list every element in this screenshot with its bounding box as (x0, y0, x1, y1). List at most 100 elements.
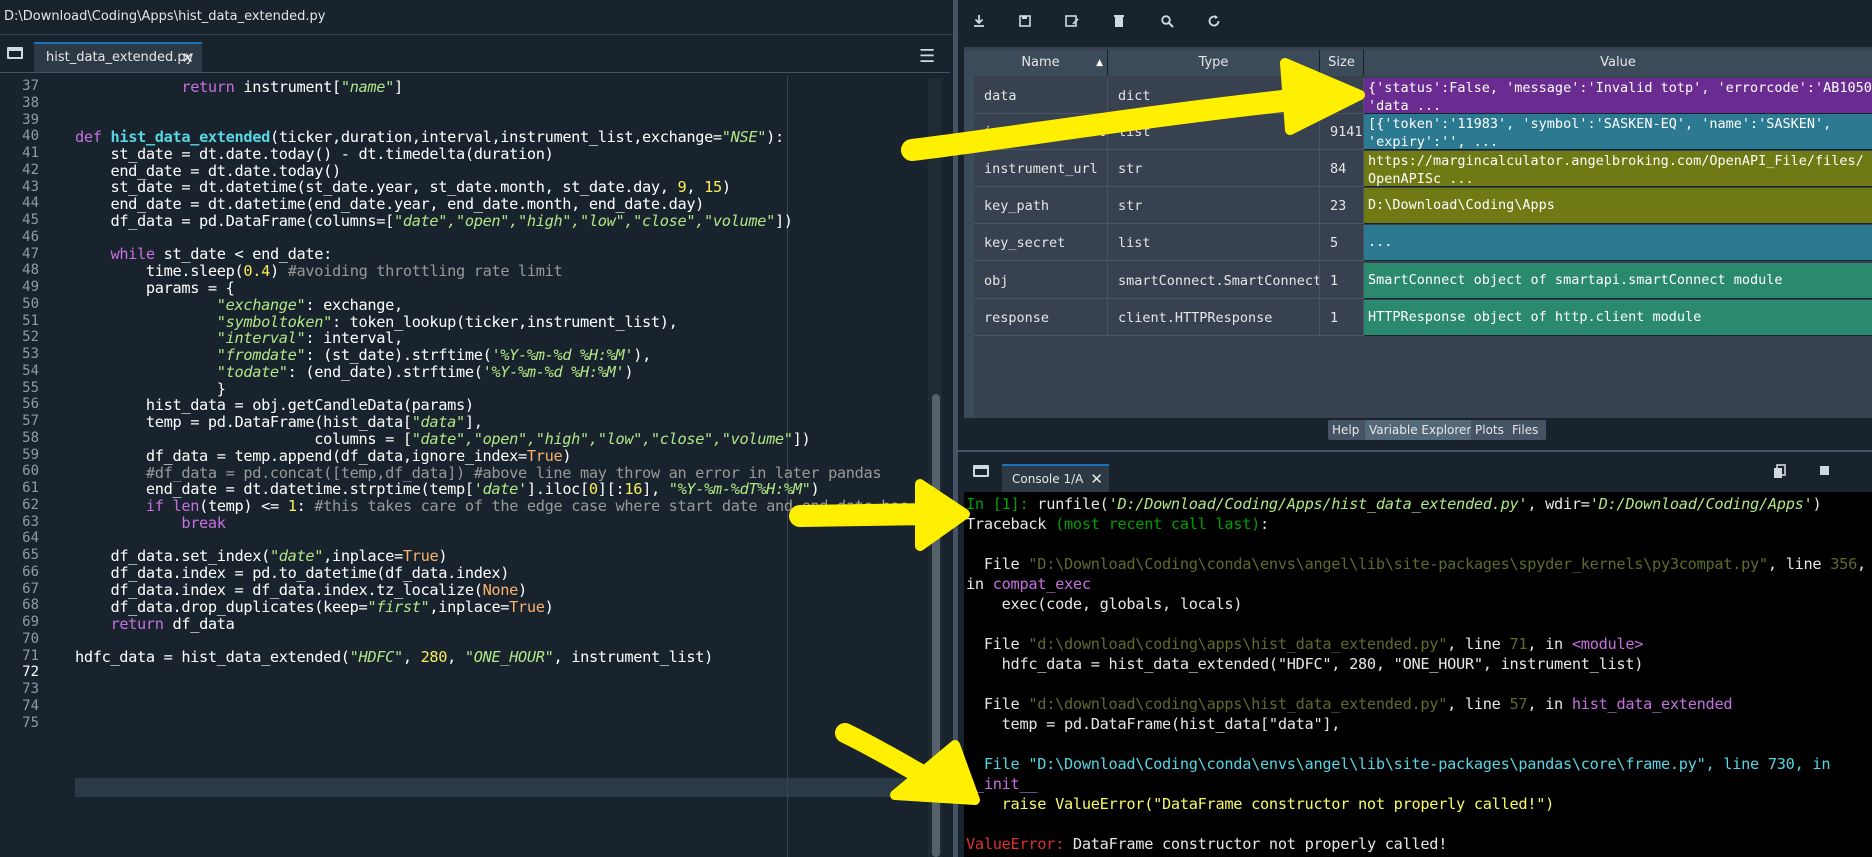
line-number: 61 (22, 480, 39, 496)
code-line-67: df_data.index = df_data.index.tz_localiz… (110, 581, 527, 599)
search-icon[interactable] (1156, 14, 1178, 34)
code-line-69: return df_data (110, 615, 235, 633)
code-editor[interactable]: return instrument["name"] def hist_data_… (75, 72, 915, 857)
line-number: 52 (22, 329, 39, 346)
variable-row[interactable]: data dict {'status':False, 'message':'Inva… (964, 78, 1872, 114)
code-line-56: hist_data = obj.getCandleData(params) (145, 396, 474, 414)
variable-name-cell: response (974, 300, 1108, 336)
stop-icon[interactable] (1820, 466, 1829, 475)
column-header-name[interactable]: Name ▲ (974, 50, 1108, 76)
tab-variable-explorer[interactable]: Variable Explorer (1365, 420, 1477, 440)
line-number: 55 (22, 379, 39, 396)
editor-file-tab[interactable]: hist_data_extended.py ✕ (34, 42, 202, 72)
code-line-58: columns = ["date","open","high","low","c… (314, 430, 811, 448)
line-number: 67 (22, 580, 39, 597)
variable-value-cell: SmartConnect object of smartapi.smartCon… (1364, 263, 1872, 299)
line-number: 71 (22, 647, 39, 664)
column-header-size[interactable]: Size (1320, 50, 1364, 76)
variable-value-cell: [{'token':'11983', 'symbol':'SASKEN-EQ',… (1364, 114, 1872, 150)
code-line-54: "todate": (end_date).strftime('%Y-%m-%d … (216, 363, 634, 381)
variable-value-cell: {'status':False, 'message':'Invalid totp… (1364, 78, 1872, 114)
tab-files[interactable]: Files (1508, 420, 1546, 440)
traceback-frame-1: File "D:\Download\Coding\conda\envs\ange… (966, 555, 1866, 573)
line-number: 70 (22, 630, 39, 647)
variable-name-cell: key_secret (974, 225, 1108, 261)
copy-icon[interactable] (1773, 464, 1787, 484)
code-line-62: if len(temp) <= 1: #this takes care of t… (145, 497, 908, 515)
line-number: 63 (22, 513, 39, 530)
variable-value-cell: ... (1364, 225, 1872, 261)
variable-row[interactable]: instrument_listlist91413[{'token':'11983… (964, 114, 1872, 150)
line-number: 41 (22, 145, 39, 161)
line-number: 65 (22, 547, 39, 563)
line-number: 42 (22, 161, 39, 178)
variable-size-cell: 23 (1320, 188, 1364, 224)
line-number: 53 (22, 346, 39, 362)
tab-help[interactable]: Help (1328, 420, 1366, 440)
refresh-icon[interactable] (1203, 14, 1225, 34)
console-pane-menu-icon[interactable] (973, 465, 989, 477)
variable-type-cell: list (1108, 225, 1320, 261)
line-number: 50 (22, 295, 39, 312)
editor-scrollbar-thumb[interactable] (932, 394, 940, 857)
code-line-47: while st_date < end_date: (110, 245, 332, 263)
variable-size-cell: 5 (1320, 225, 1364, 261)
import-data-icon[interactable] (968, 14, 990, 34)
column-header-value[interactable]: Value (1364, 50, 1872, 76)
line-number: 75 (22, 714, 39, 731)
variable-size-cell: 84 (1320, 151, 1364, 187)
variable-type-cell: str (1108, 151, 1320, 187)
save-as-icon[interactable] (1061, 14, 1083, 34)
line-number: 54 (22, 362, 39, 379)
code-line-44: end_date = dt.datetime(end_date.year, en… (110, 195, 705, 213)
window-title: D:\Download\Coding\Apps\hist_data_extend… (0, 0, 957, 34)
line-number: 60 (22, 463, 39, 480)
code-line-48: time.sleep(0.4) #avoiding throttling rat… (145, 262, 563, 280)
close-icon[interactable]: ✕ (1090, 466, 1103, 492)
delete-icon[interactable] (1108, 14, 1130, 34)
variable-row[interactable]: obj smartConnect.SmartConnect 1 SmartConnec… (964, 263, 1872, 299)
variable-type-cell: smartConnect.SmartConnect (1108, 263, 1320, 299)
code-line-37: return instrument["name"] (181, 78, 403, 96)
line-number: 47 (22, 245, 39, 262)
pane-menu-icon[interactable] (7, 47, 23, 59)
line-number: 68 (22, 597, 39, 614)
hamburger-menu-icon[interactable]: ☰ (919, 46, 935, 67)
line-number: 56 (22, 396, 39, 413)
variable-type-cell: list (1108, 114, 1320, 150)
line-number: 43 (22, 178, 39, 195)
code-line-68: df_data.drop_duplicates(keep="first",inp… (110, 598, 554, 616)
traceback-frame-3: File "d:\download\coding\apps\hist_data_… (966, 695, 1733, 713)
traceback-frame-2: File "d:\download\coding\apps\hist_data_… (966, 635, 1644, 653)
line-number: 44 (22, 195, 39, 212)
console-input-line: In [1]: runfile('D:/Download/Coding/Apps… (966, 495, 1822, 513)
variable-table-header: Name ▲ Type Size Value (974, 50, 1872, 76)
line-number: 39 (22, 111, 39, 128)
line-number: 64 (22, 530, 39, 547)
line-number: 51 (22, 312, 39, 329)
variable-name-cell: data (974, 78, 1108, 114)
variable-size-cell (1320, 78, 1364, 114)
variable-row[interactable]: key_secret list 5... (964, 225, 1872, 261)
save-data-icon[interactable] (1014, 14, 1036, 34)
console-tab[interactable]: Console 1/A ✕ (1002, 464, 1109, 492)
close-icon[interactable]: ✕ (181, 44, 194, 72)
line-number: 66 (22, 563, 39, 580)
traceback-frame-4: File "D:\Download\Coding\conda\envs\ange… (966, 755, 1831, 773)
traceback-frame-1-in: in compat_exec (966, 575, 1091, 593)
code-line-65: df_data.set_index("date",inplace=True) (110, 547, 448, 565)
variable-name-cell: instrument_url (974, 151, 1108, 187)
line-number: 37 (22, 78, 39, 94)
line-number: 46 (22, 228, 39, 245)
code-line-40: def hist_data_extended(ticker,duration,i… (75, 128, 784, 146)
variable-row[interactable]: instrument_url str 84 https://margincalcula… (964, 151, 1872, 187)
variable-value-cell: https://margincalculator.angelbroking.co… (1364, 151, 1872, 187)
variable-row[interactable]: key_path str 23 D:\Download\Coding\Apps (964, 188, 1872, 224)
variable-row[interactable]: response client.HTTPResponse 1 HTTPResponse… (964, 300, 1872, 336)
sort-arrow-icon: ▲ (1096, 58, 1103, 68)
column-header-type[interactable]: Type (1108, 50, 1320, 76)
traceback-frame-4-code: raise ValueError("DataFrame constructor … (966, 795, 1555, 813)
line-number: 48 (22, 262, 39, 279)
code-line-52: "interval": interval, (216, 329, 403, 347)
traceback-frame-1-code: exec(code, globals, locals) (966, 595, 1243, 613)
